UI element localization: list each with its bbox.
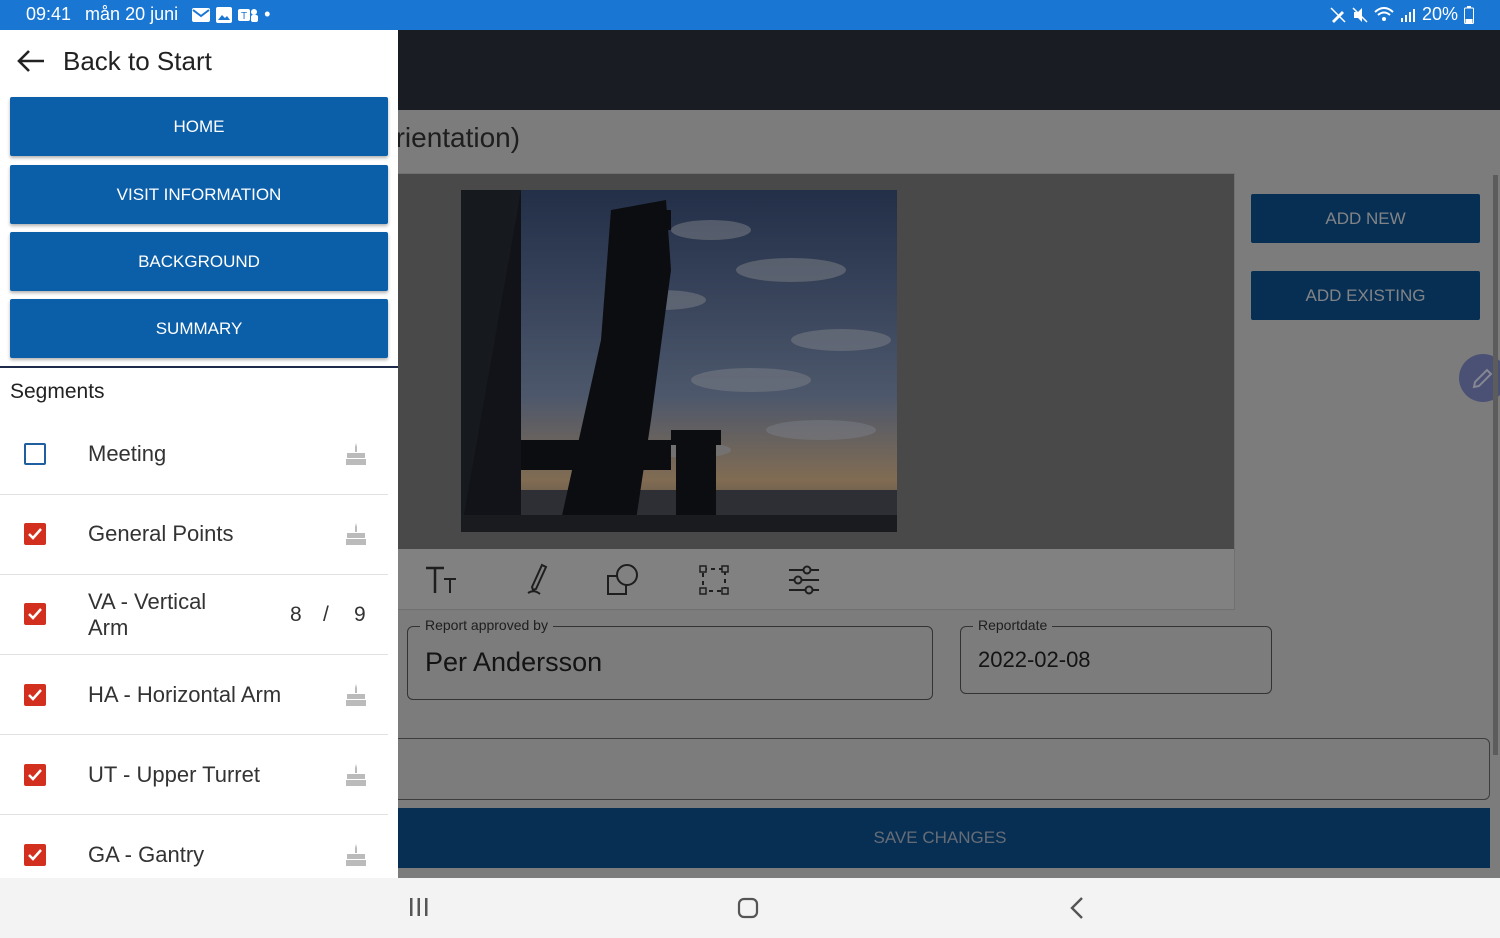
gallery-icon bbox=[216, 6, 233, 23]
recent-apps-icon[interactable] bbox=[408, 896, 430, 918]
segment-checkbox[interactable] bbox=[24, 844, 46, 866]
signal-icon bbox=[1400, 8, 1415, 22]
teams-icon: T bbox=[238, 8, 259, 22]
home-button[interactable]: HOME bbox=[10, 97, 388, 156]
wifi-icon bbox=[1374, 6, 1394, 21]
pen-off-icon bbox=[1330, 6, 1346, 23]
checkmark-icon bbox=[28, 608, 42, 620]
cake-icon bbox=[346, 684, 366, 706]
segment-label: HA - Horizontal Arm bbox=[88, 682, 282, 707]
cake-icon bbox=[346, 523, 366, 545]
segment-total: 9 bbox=[354, 603, 366, 626]
checkmark-icon bbox=[28, 849, 42, 861]
segments-title: Segments bbox=[10, 380, 105, 403]
cake-icon bbox=[346, 443, 366, 465]
visit-information-button[interactable]: VISIT INFORMATION bbox=[10, 165, 388, 224]
checkmark-icon bbox=[28, 528, 42, 540]
checkmark-icon bbox=[28, 769, 42, 781]
drawer-divider bbox=[0, 366, 398, 368]
back-to-start-label: Back to Start bbox=[63, 46, 212, 76]
segment-label: General Points bbox=[88, 521, 234, 546]
system-nav-bar bbox=[0, 878, 1500, 938]
status-time: 09:41 bbox=[26, 4, 72, 24]
back-arrow-icon bbox=[17, 50, 44, 72]
segment-label: VA - Vertical Arm bbox=[88, 589, 207, 640]
status-right: 20% bbox=[1330, 4, 1474, 25]
segment-row-meeting[interactable]: Meeting bbox=[0, 414, 388, 495]
battery-level: 20% bbox=[1421, 4, 1458, 24]
segment-count-separator: / bbox=[323, 603, 329, 626]
segment-checkbox[interactable] bbox=[24, 603, 46, 625]
segment-checkbox[interactable] bbox=[24, 523, 46, 545]
notification-icons: T • bbox=[192, 4, 270, 25]
cake-icon bbox=[346, 764, 366, 786]
back-nav-icon[interactable] bbox=[1067, 896, 1089, 920]
segment-checkbox[interactable] bbox=[24, 764, 46, 786]
battery-icon bbox=[1464, 5, 1474, 24]
cake-icon bbox=[346, 844, 366, 866]
segment-row-general-points[interactable]: General Points bbox=[0, 494, 388, 575]
navigation-drawer: Back to Start HOME VISIT INFORMATION BAC… bbox=[0, 30, 398, 878]
mail-icon bbox=[192, 7, 211, 22]
segment-count: 8 bbox=[290, 603, 302, 626]
segment-row-upper-turret[interactable]: UT - Upper Turret bbox=[0, 734, 388, 815]
segment-checkbox[interactable] bbox=[24, 443, 46, 465]
segment-label: UT - Upper Turret bbox=[88, 762, 260, 787]
status-bar: 09:41 mån 20 juni T • 20% bbox=[0, 0, 1500, 30]
status-left: 09:41 mån 20 juni T • bbox=[26, 4, 270, 25]
mute-icon bbox=[1352, 6, 1368, 23]
background-button[interactable]: BACKGROUND bbox=[10, 232, 388, 291]
back-to-start-row[interactable]: Back to Start bbox=[0, 30, 398, 92]
home-nav-icon[interactable] bbox=[736, 896, 760, 920]
segment-label: Meeting bbox=[88, 441, 167, 466]
segment-row-vertical-arm[interactable]: VA - Vertical Arm 8 / 9 bbox=[0, 574, 388, 655]
summary-button[interactable]: SUMMARY bbox=[10, 299, 388, 358]
more-notifications-dot: • bbox=[264, 4, 271, 24]
svg-text:T: T bbox=[241, 11, 247, 22]
segment-checkbox[interactable] bbox=[24, 684, 46, 706]
segment-row-horizontal-arm[interactable]: HA - Horizontal Arm bbox=[0, 654, 388, 735]
segment-row-gantry[interactable]: GA - Gantry bbox=[0, 814, 388, 878]
segment-label: GA - Gantry bbox=[88, 842, 205, 867]
checkmark-icon bbox=[28, 689, 42, 701]
status-date: mån 20 juni bbox=[85, 4, 179, 24]
